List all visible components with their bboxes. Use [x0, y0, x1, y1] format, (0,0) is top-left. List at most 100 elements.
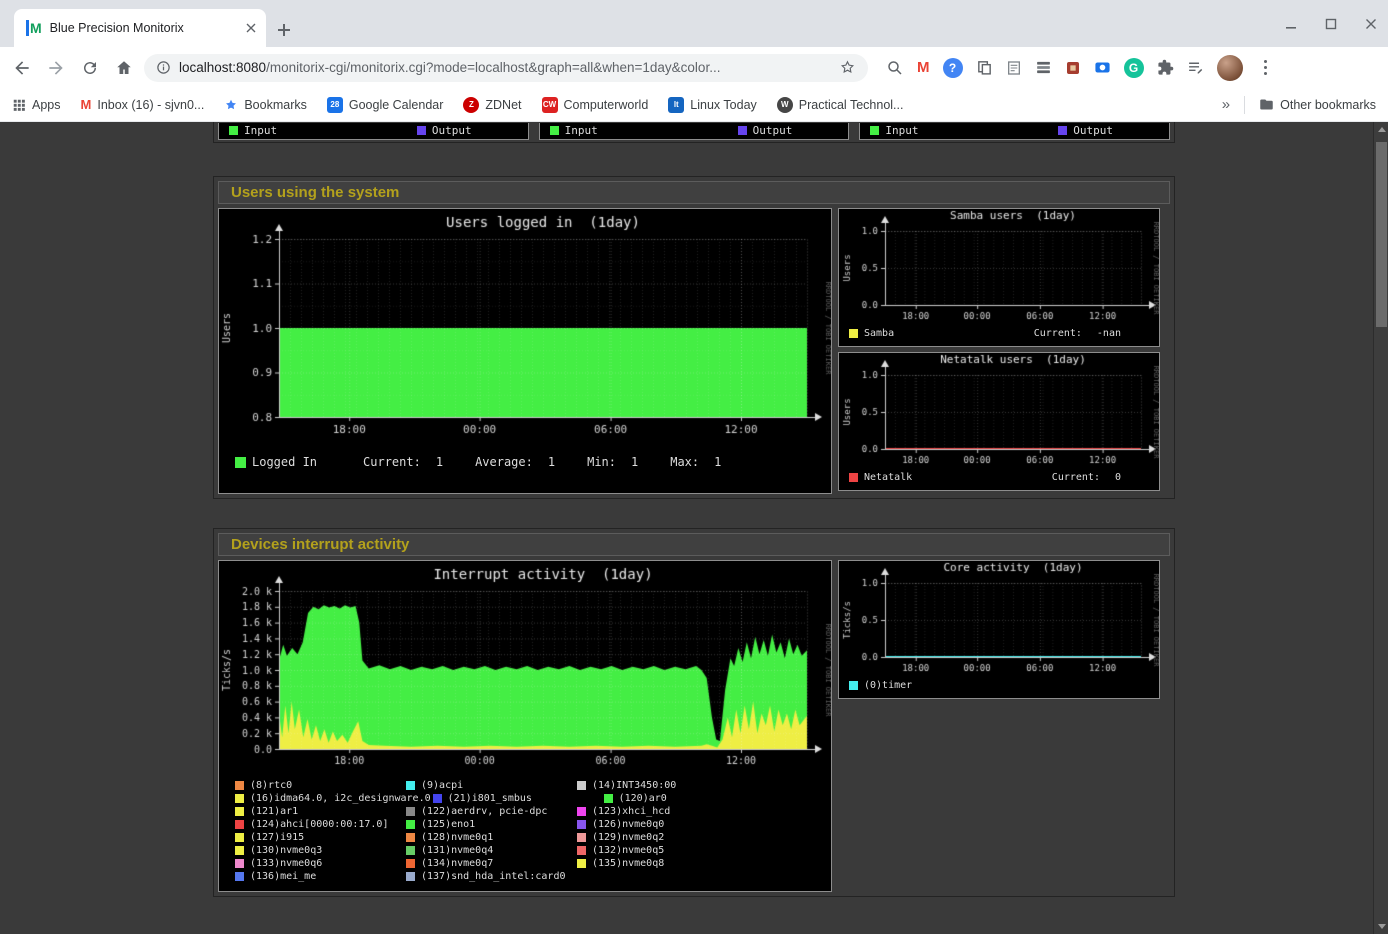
legend-swatch [235, 859, 244, 868]
legend-swatch [1058, 126, 1067, 135]
scrollbar-thumb[interactable] [1376, 142, 1387, 327]
network-graph-strip[interactable]: Input Output [539, 123, 850, 140]
search-icon[interactable] [886, 59, 904, 77]
tab-strip: M Blue Precision Monitorix [0, 0, 1388, 47]
gmail-icon[interactable]: M [917, 59, 930, 76]
legend-label: Output [432, 124, 472, 137]
legend-swatch [577, 781, 586, 790]
forward-icon[interactable] [42, 54, 70, 82]
browser-menu-icon[interactable] [1256, 56, 1275, 79]
legend-swatch [235, 457, 246, 468]
bookmark-inbox[interactable]: M Inbox (16) - sjvn0... [81, 97, 205, 112]
bookmark-bookmarks[interactable]: Bookmarks [224, 98, 307, 112]
legend-label: Input [244, 124, 277, 137]
info-icon[interactable] [156, 60, 171, 75]
legend-swatch [406, 872, 415, 881]
netatalk-graph-legend: NetatalkCurrent:0 [839, 471, 1159, 490]
help-icon[interactable]: ? [943, 58, 963, 78]
legend-label: (122)aerdrv, pcie-dpc [421, 805, 547, 818]
legend-swatch [406, 859, 415, 868]
users-section: Users using the system Logged InCurrent:… [213, 176, 1175, 499]
page-icon[interactable] [1006, 60, 1022, 76]
legend-swatch [870, 126, 879, 135]
bookmark-apps[interactable]: Apps [12, 98, 61, 112]
legend-label: (9)acpi [421, 779, 463, 792]
legend-swatch [406, 846, 415, 855]
legend-label: Logged In [252, 455, 317, 469]
network-graph-strip[interactable]: Input Output [218, 123, 529, 140]
legend-item: (16)idma64.0, i2c_designware.0 [235, 792, 431, 805]
new-tab-button[interactable] [276, 22, 292, 38]
star-icon [224, 98, 238, 112]
stack-icon[interactable] [1035, 59, 1052, 76]
bookmark-computerworld[interactable]: CW Computerworld [542, 97, 649, 113]
legend-item: (126)nvme0q0 [577, 818, 746, 831]
legend-item: (14)INT3450:00 [577, 779, 746, 792]
legend-item: (120)ar0 [604, 792, 773, 805]
box-icon[interactable] [1065, 60, 1081, 76]
legend-label: (127)i915 [250, 831, 304, 844]
network-graph-strip[interactable]: Input Output [859, 123, 1170, 140]
bookmark-zdnet[interactable]: Z ZDNet [463, 97, 521, 113]
users-section-header: Users using the system [218, 181, 1170, 204]
interrupt-activity-canvas [219, 561, 831, 775]
minimize-icon[interactable] [1284, 17, 1298, 31]
page-scrollbar[interactable] [1373, 122, 1388, 934]
puzzle-icon[interactable] [1157, 59, 1174, 76]
address-bar[interactable]: localhost:8080/monitorix-cgi/monitorix.c… [144, 54, 868, 82]
core-activity-canvas [839, 561, 1159, 679]
legend-stat: Max:1 [670, 455, 721, 469]
legend-label: (128)nvme0q1 [421, 831, 493, 844]
samba-users-graph[interactable]: SambaCurrent:-nan [838, 208, 1160, 347]
zdnet-icon: Z [463, 97, 479, 113]
legend-swatch [235, 781, 244, 790]
legend-label: (16)idma64.0, i2c_designware.0 [250, 792, 431, 805]
devices-section: Devices interrupt activity (8)rtc0(9)acp… [213, 528, 1175, 897]
users-logged-in-graph[interactable]: Logged InCurrent:1Average:1Min:1Max:1 [218, 208, 832, 494]
legend-swatch [406, 833, 415, 842]
bookmark-practical-tech[interactable]: W Practical Technol... [777, 97, 904, 113]
other-bookmarks[interactable]: Other bookmarks [1259, 97, 1376, 112]
core-activity-graph[interactable]: (0)timer [838, 560, 1160, 699]
legend-item: (123)xhci_hcd [577, 805, 746, 818]
computerworld-icon: CW [542, 97, 558, 113]
legend-swatch [235, 846, 244, 855]
bookmarks-bar: Apps M Inbox (16) - sjvn0... Bookmarks 2… [0, 88, 1388, 122]
window-close-icon[interactable] [1364, 17, 1378, 31]
legend-swatch [229, 126, 238, 135]
legend-swatch [235, 820, 244, 829]
copy-icon[interactable] [976, 59, 993, 76]
maximize-icon[interactable] [1324, 17, 1338, 31]
home-icon[interactable] [110, 54, 138, 82]
users-logged-in-canvas [219, 209, 831, 443]
reload-icon[interactable] [76, 54, 104, 82]
bookmark-linuxtoday[interactable]: lt Linux Today [668, 97, 757, 113]
bookmarks-overflow-icon[interactable]: » [1222, 96, 1230, 113]
legend-label: Output [753, 124, 793, 137]
interrupt-activity-graph[interactable]: (8)rtc0(9)acpi(14)INT3450:00(16)idma64.0… [218, 560, 832, 892]
camera-icon[interactable] [1094, 59, 1111, 76]
profile-avatar[interactable] [1217, 55, 1243, 81]
back-icon[interactable] [8, 54, 36, 82]
tab-close-icon[interactable] [244, 21, 258, 35]
browser-tab[interactable]: M Blue Precision Monitorix [14, 9, 266, 47]
legend-label: (130)nvme0q3 [250, 844, 322, 857]
scroll-down-icon[interactable] [1374, 919, 1388, 934]
netatalk-users-graph[interactable]: NetatalkCurrent:0 [838, 352, 1160, 491]
legend-swatch [849, 473, 858, 482]
legend-swatch [235, 794, 244, 803]
scroll-up-icon[interactable] [1374, 122, 1388, 137]
legend-item: (128)nvme0q1 [406, 831, 575, 844]
window-controls [1284, 0, 1378, 47]
legend-label: (124)ahci[0000:00:17.0] [250, 818, 388, 831]
legend-swatch [235, 872, 244, 881]
legend-label: (0)timer [864, 680, 912, 691]
legend-item: (0)timer [849, 680, 912, 691]
legend-swatch [577, 820, 586, 829]
bookmark-calendar[interactable]: 28 Google Calendar [327, 97, 444, 113]
grammarly-icon[interactable]: G [1124, 58, 1144, 78]
notes-icon[interactable] [1187, 59, 1204, 76]
bookmark-star-icon[interactable] [839, 59, 856, 76]
url-text[interactable]: localhost:8080/monitorix-cgi/monitorix.c… [179, 60, 831, 75]
legend-swatch [417, 126, 426, 135]
